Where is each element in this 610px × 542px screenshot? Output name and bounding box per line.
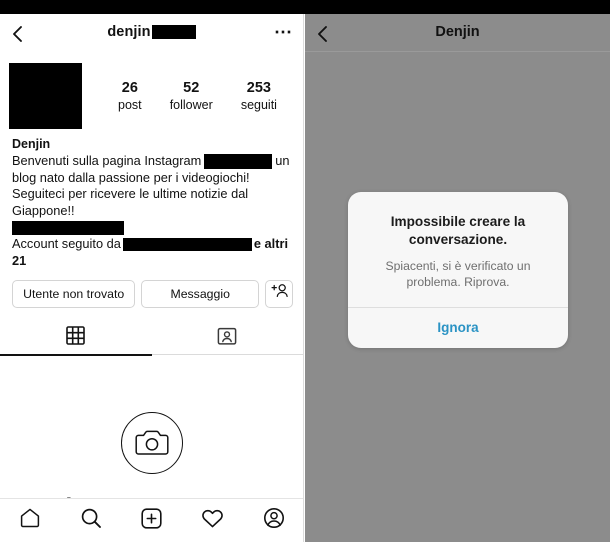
bio-text-part1: Benvenuti sulla pagina Instagram <box>12 153 202 168</box>
tab-grid[interactable] <box>0 321 152 356</box>
add-user-icon <box>270 281 288 307</box>
followed-by-line[interactable]: Account seguito da e altri 21 <box>12 236 293 269</box>
bottom-navigation <box>0 498 303 542</box>
error-dialog-title: Impossibile creare la conversazione. <box>390 214 526 247</box>
avatar[interactable] <box>9 63 82 129</box>
stat-following[interactable]: 253 seguiti <box>241 79 277 114</box>
add-post-icon <box>141 507 163 534</box>
username-redaction <box>151 25 196 39</box>
camera-icon <box>120 412 183 474</box>
message-button[interactable]: Messaggio <box>141 280 259 308</box>
nav-add[interactable] <box>132 504 172 538</box>
heart-icon <box>201 508 224 534</box>
profile-tabs <box>0 321 304 356</box>
stat-following-label: seguiti <box>240 97 277 112</box>
stat-followers-value: 52 <box>183 79 200 96</box>
nav-home[interactable] <box>10 504 50 538</box>
profile-title: denjin <box>0 24 303 40</box>
tagged-portrait-icon <box>217 326 237 351</box>
add-user-button[interactable] <box>265 280 293 308</box>
screenshot-root: denjin ⋯ 26 post 52 follower 253 seguiti <box>0 0 610 542</box>
error-dialog: Impossibile creare la conversazione. Spi… <box>348 192 568 348</box>
followed-by-prefix: Account seguito da <box>12 236 121 251</box>
grid-icon <box>66 326 86 350</box>
conversation-panel: Denjin Impossibile creare la conversazio… <box>305 14 610 542</box>
nav-profile[interactable] <box>254 504 294 538</box>
stat-posts-value: 26 <box>121 79 138 96</box>
follow-button[interactable]: Utente non trovato <box>12 280 136 308</box>
conversation-title: Denjin <box>435 24 480 40</box>
conversation-header: Denjin <box>305 14 610 52</box>
profile-summary-row: 26 post 52 follower 253 seguiti <box>0 54 303 129</box>
status-bar-right <box>305 0 610 14</box>
dismiss-button[interactable]: Ignora <box>348 308 568 348</box>
bio-redaction-1 <box>204 154 273 170</box>
empty-state: Ancora nessun post <box>0 355 303 517</box>
error-dialog-body: Impossibile creare la conversazione. Spi… <box>348 192 568 307</box>
home-icon <box>19 507 41 534</box>
nav-activity[interactable] <box>193 504 233 538</box>
status-bar-left <box>0 0 305 14</box>
search-icon <box>80 507 102 534</box>
stat-followers[interactable]: 52 follower <box>170 79 213 114</box>
profile-stats: 26 post 52 follower 253 seguiti <box>82 79 291 114</box>
stat-posts[interactable]: 26 post <box>118 79 142 114</box>
profile-icon <box>263 507 285 534</box>
stat-posts-label: post <box>118 97 142 112</box>
tab-tagged[interactable] <box>152 321 304 355</box>
error-dialog-message: Spiacenti, si è verificato un problema. … <box>385 259 531 289</box>
stat-followers-label: follower <box>169 97 213 112</box>
followed-by-redaction <box>122 238 252 252</box>
profile-username: denjin <box>107 24 151 40</box>
stat-following-value: 253 <box>246 79 271 96</box>
profile-actions: Utente non trovato Messaggio <box>0 269 303 308</box>
nav-search[interactable] <box>71 504 111 538</box>
profile-bio: Denjin Benvenuti sulla pagina Instagram u… <box>0 129 303 269</box>
instagram-profile-panel: denjin ⋯ 26 post 52 follower 253 seguiti <box>0 14 304 542</box>
more-options-icon[interactable]: ⋯ <box>274 23 293 41</box>
bio-redaction-2 <box>12 221 124 235</box>
profile-display-name: Denjin <box>12 137 51 151</box>
profile-bio-text: Benvenuti sulla pagina Instagram un blog … <box>12 153 293 235</box>
profile-header: denjin ⋯ <box>0 14 303 54</box>
